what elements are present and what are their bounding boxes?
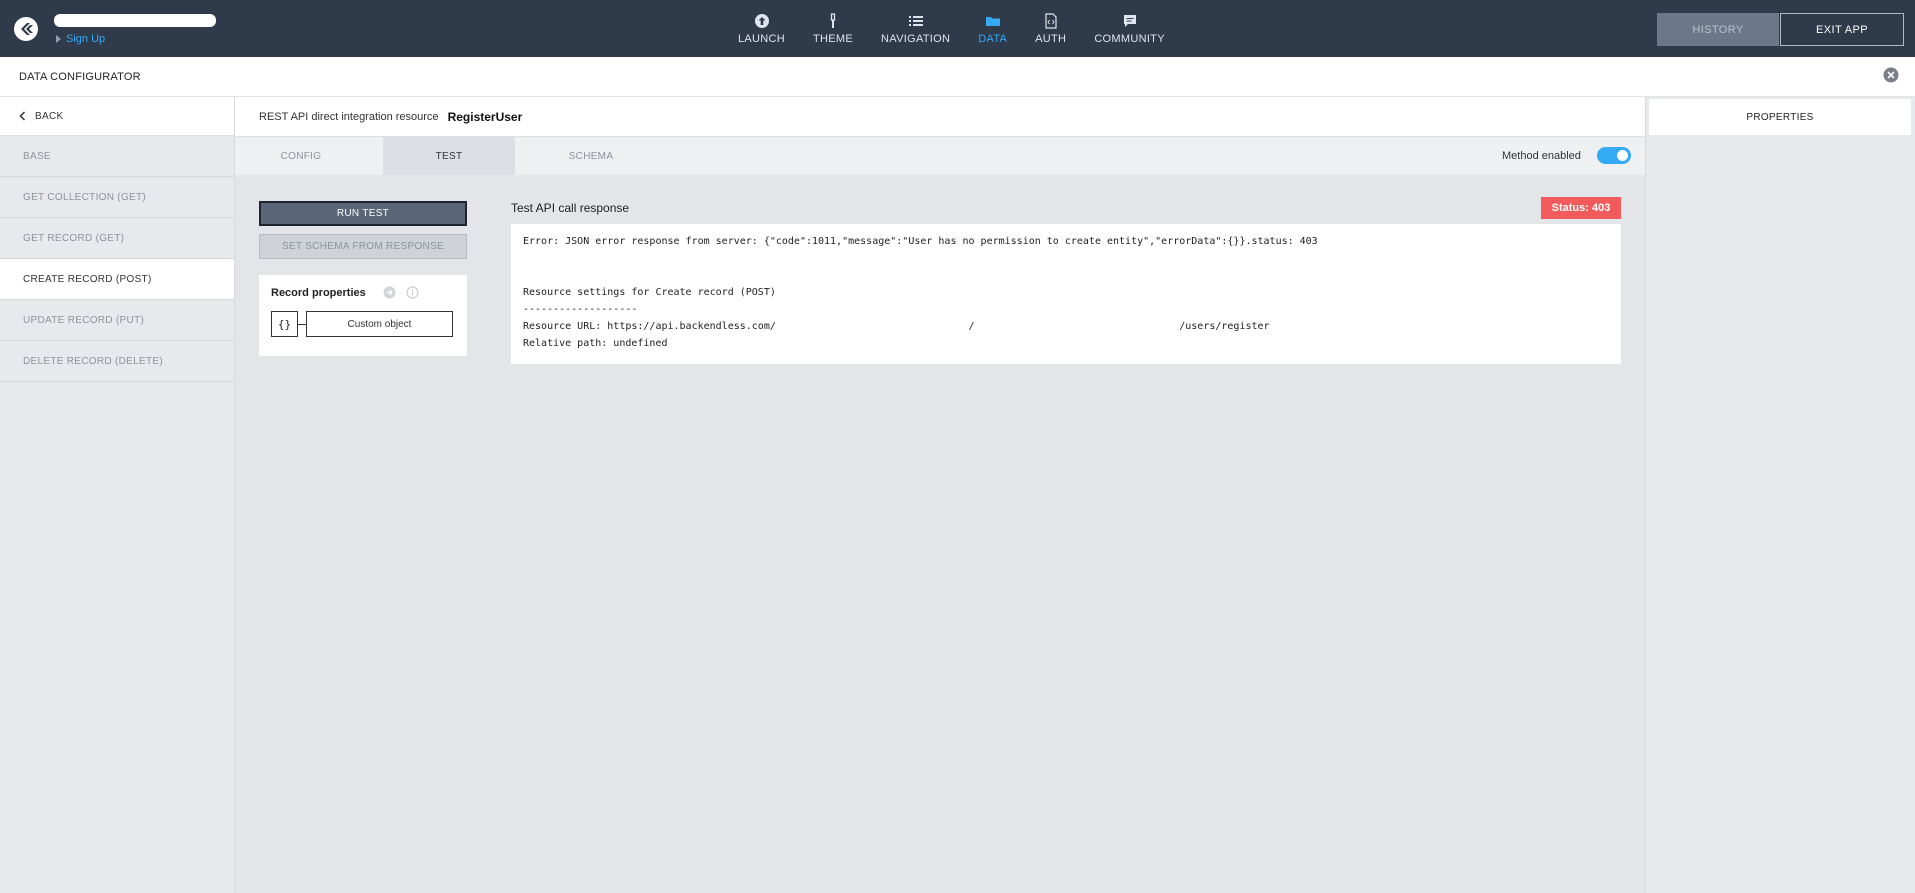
sidebar-item-create-record[interactable]: CREATE RECORD (POST) — [0, 259, 234, 300]
resource-name: RegisterUser — [447, 109, 523, 124]
back-button[interactable]: BACK — [0, 97, 234, 136]
resource-header: REST API direct integration resource Reg… — [235, 97, 1645, 137]
exit-app-button[interactable]: EXIT APP — [1780, 13, 1904, 46]
folder-icon — [985, 16, 1000, 26]
code-file-icon — [1045, 12, 1057, 29]
brush-icon — [830, 12, 836, 28]
response-line: Error: JSON error response from server: … — [523, 236, 1318, 247]
method-enabled-toggle[interactable] — [1597, 147, 1631, 164]
method-enabled-label: Method enabled — [1502, 150, 1581, 162]
upload-icon — [754, 13, 769, 28]
nav-auth[interactable]: AUTH — [1021, 0, 1080, 57]
nav-navigation-label: NAVIGATION — [881, 32, 951, 45]
tabs-bar: CONFIG TEST SCHEMA Method enabled — [235, 137, 1645, 175]
record-properties-title: Record properties — [271, 287, 366, 299]
nav-auth-label: AUTH — [1035, 32, 1067, 45]
sidebar-item-get-collection[interactable]: GET COLLECTION (GET) — [0, 177, 234, 218]
object-braces-icon: {} — [271, 311, 298, 337]
tab-properties[interactable]: PROPERTIES — [1649, 99, 1911, 135]
nav-launch[interactable]: LAUNCH — [724, 0, 799, 57]
tab-config[interactable]: CONFIG — [235, 137, 367, 175]
close-icon[interactable] — [1883, 67, 1899, 83]
response-output: Error: JSON error response from server: … — [511, 224, 1621, 364]
nav-theme[interactable]: THEME — [799, 0, 867, 57]
run-test-button[interactable]: RUN TEST — [259, 201, 467, 226]
response-title: Test API call response — [511, 201, 630, 215]
response-line: Relative path: undefined — [523, 338, 668, 349]
sign-up-link[interactable]: Sign Up — [56, 33, 105, 45]
tab-test[interactable]: TEST — [383, 137, 515, 175]
sign-up-label: Sign Up — [66, 33, 106, 45]
toggle-knob — [1617, 150, 1628, 161]
nav-navigation[interactable]: NAVIGATION — [867, 0, 964, 57]
main-panel: REST API direct integration resource Reg… — [235, 97, 1645, 893]
sidebar-item-delete-record[interactable]: DELETE RECORD (DELETE) — [0, 341, 234, 382]
chat-icon — [1123, 14, 1136, 27]
status-badge: Status: 403 — [1541, 197, 1621, 219]
sidebar-item-update-record[interactable]: UPDATE RECORD (PUT) — [0, 300, 234, 341]
arrow-right-icon[interactable] — [383, 286, 396, 299]
back-label: BACK — [35, 110, 64, 122]
object-type-field[interactable]: Custom object — [306, 311, 453, 337]
resource-prefix: REST API direct integration resource — [259, 110, 439, 123]
response-line: ------------------- — [523, 304, 638, 315]
set-schema-button[interactable]: SET SCHEMA FROM RESPONSE — [259, 234, 467, 259]
configurator-header: DATA CONFIGURATOR — [0, 57, 1915, 97]
response-line: Resource settings for Create record (POS… — [523, 287, 776, 298]
tab-schema[interactable]: SCHEMA — [525, 137, 657, 175]
nav-theme-label: THEME — [813, 32, 854, 45]
main-nav: LAUNCH THEME NAVIGATION DATA AUTH COMMUN… — [724, 0, 1179, 57]
nav-community-label: COMMUNITY — [1094, 32, 1165, 45]
response-line: Resource URL: https://api.backendless.co… — [523, 321, 1270, 332]
sidebar-item-get-record[interactable]: GET RECORD (GET) — [0, 218, 234, 259]
properties-panel: PROPERTIES — [1645, 97, 1915, 893]
app-name-redacted — [54, 14, 216, 27]
nav-community[interactable]: COMMUNITY — [1080, 0, 1179, 57]
response-line — [523, 270, 1609, 287]
history-button[interactable]: HISTORY — [1657, 13, 1779, 46]
configurator-title: DATA CONFIGURATOR — [19, 71, 141, 83]
chevron-left-icon — [19, 111, 26, 121]
sidebar-item-base[interactable]: BASE — [0, 136, 234, 177]
nav-data[interactable]: DATA — [964, 0, 1021, 57]
nav-data-label: DATA — [978, 32, 1008, 45]
method-sidebar: BACK BASE GET COLLECTION (GET) GET RECOR… — [0, 97, 235, 893]
caret-right-icon — [56, 35, 61, 43]
record-properties-card: Record properties {} Custom object — [259, 275, 467, 356]
list-icon — [908, 15, 923, 26]
nav-launch-label: LAUNCH — [738, 32, 786, 45]
info-icon[interactable] — [406, 286, 419, 299]
response-line — [523, 253, 1609, 270]
app-logo-icon[interactable] — [13, 16, 39, 42]
top-bar: Sign Up LAUNCH THEME NAVIGATION DATA AUT… — [0, 0, 1915, 57]
connector-line — [298, 324, 306, 325]
